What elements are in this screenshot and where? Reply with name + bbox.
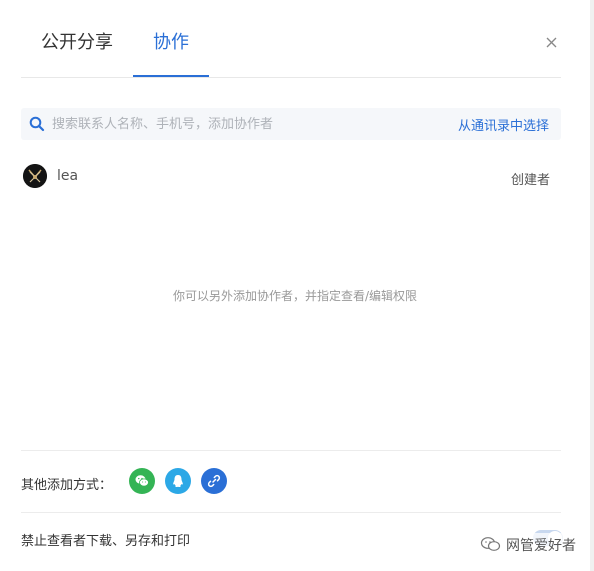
watermark-text: 网管爱好者 — [506, 538, 576, 554]
copy-link-button[interactable] — [201, 468, 227, 494]
wechat-button[interactable] — [129, 468, 155, 494]
avatar — [23, 164, 47, 188]
tab-collaborate[interactable]: 协作 — [133, 28, 209, 78]
divider — [21, 450, 561, 451]
search-icon — [29, 116, 45, 132]
search-bar: 从通讯录中选择 — [21, 108, 561, 140]
search-input[interactable] — [52, 113, 432, 135]
other-methods-label: 其他添加方式： — [21, 478, 113, 493]
divider — [21, 512, 561, 513]
other-add-methods: 其他添加方式： — [21, 466, 321, 496]
qq-button[interactable] — [165, 468, 191, 494]
wechat-icon — [135, 475, 149, 487]
empty-hint: 你可以另外添加协作者，并指定查看/编辑权限 — [172, 289, 418, 303]
active-tab-indicator — [133, 75, 209, 77]
close-button[interactable] — [542, 32, 562, 52]
wechat-logo-icon — [480, 537, 501, 551]
tab-public-share[interactable]: 公开分享 — [21, 28, 121, 78]
collaboration-dialog: 公开分享 协作 从通讯录中选择 lea 创建者 你可以另外添加协作者，并指定查 — [0, 0, 590, 571]
panel-edge — [590, 0, 594, 571]
qq-icon — [173, 475, 183, 487]
watermark: 网管爱好者 — [478, 533, 590, 555]
list-item: lea 创建者 — [21, 162, 561, 192]
member-role: 创建者 — [510, 173, 550, 188]
restrict-download-label: 禁止查看者下载、另存和打印 — [21, 534, 191, 549]
tab-bar: 公开分享 协作 — [21, 0, 561, 78]
close-icon — [546, 37, 557, 48]
choose-from-contacts-link[interactable]: 从通讯录中选择 — [458, 115, 549, 134]
link-icon — [207, 474, 221, 488]
member-name: lea — [57, 168, 79, 184]
